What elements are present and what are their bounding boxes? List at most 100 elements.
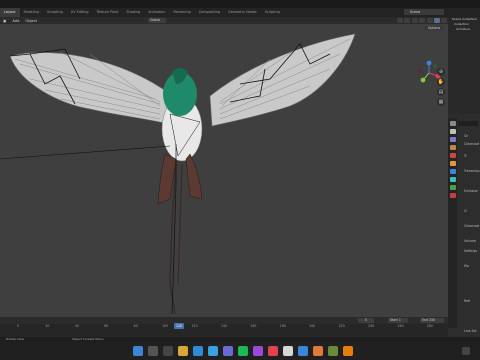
ruler-tick-label: 240: [368, 324, 375, 328]
scene-tab-icon[interactable]: [449, 145, 456, 150]
system-tray-icon[interactable]: [462, 347, 470, 355]
zoom-icon[interactable]: ⊕: [437, 68, 445, 76]
start-value: 1: [398, 318, 401, 322]
property-row[interactable]: Transmission: [464, 169, 480, 173]
workspace-tab-rendering[interactable]: Rendering: [169, 8, 194, 17]
material-shading-icon[interactable]: [433, 18, 440, 23]
start-label: Start: [390, 318, 398, 322]
app-icon[interactable]: [223, 346, 233, 356]
end-label: End: [422, 318, 429, 322]
playhead-frame-badge[interactable]: 120: [174, 323, 184, 329]
outliner-item[interactable]: Armature: [448, 27, 480, 32]
app-icon[interactable]: [253, 346, 263, 356]
options-dropdown[interactable]: Options: [424, 26, 444, 31]
workspace-tab-animation[interactable]: Animation: [144, 8, 169, 17]
workspace-tab-sculpting[interactable]: Sculpting: [43, 8, 67, 17]
property-row[interactable]: Line Art: [464, 329, 476, 333]
windows-taskbar: [0, 342, 480, 360]
right-wing: [209, 33, 356, 127]
scene-selector[interactable]: Scene: [404, 9, 444, 15]
transform-orientation-dropdown[interactable]: Global: [148, 18, 166, 23]
edge-browser-icon[interactable]: [193, 346, 203, 356]
overlay-toggle-icon[interactable]: [411, 18, 418, 23]
blender-icon[interactable]: [343, 346, 353, 356]
music-app-icon[interactable]: [238, 346, 248, 356]
ruler-tick-label: 180: [279, 324, 286, 328]
property-row[interactable]: Volume: [464, 239, 476, 243]
current-frame-field[interactable]: 0: [358, 318, 374, 323]
3d-viewport[interactable]: ⊕ ✋ ▤ ▦: [0, 24, 448, 317]
pan-hand-icon[interactable]: ✋: [437, 78, 445, 86]
workspace-tab-compositing[interactable]: Compositing: [195, 8, 224, 17]
left-wing: [9, 48, 171, 125]
property-row[interactable]: Emission: [464, 189, 478, 193]
app-icon[interactable]: [328, 346, 338, 356]
property-row[interactable]: Ma: [464, 264, 469, 268]
ruler-tick-label: 80: [133, 324, 138, 328]
start-frame-field[interactable]: Start 1: [388, 318, 408, 323]
ruler-tick-label: 260: [397, 324, 404, 328]
property-row[interactable]: Clearcoat: [464, 142, 479, 146]
property-row[interactable]: Refr: [464, 299, 470, 303]
workspace-tab-geometry-nodes[interactable]: Geometry Nodes: [224, 8, 261, 17]
physics-tab-icon[interactable]: [449, 185, 456, 190]
app-icon[interactable]: [268, 346, 278, 356]
workspace-tab-texture-paint[interactable]: Texture Paint: [93, 8, 123, 17]
property-row[interactable]: Ch: [464, 134, 468, 138]
output-tab-icon[interactable]: [449, 137, 456, 142]
ruler-tick-label: 120: [191, 324, 198, 328]
property-row[interactable]: Clearcoat: [464, 224, 479, 228]
rendered-shading-icon[interactable]: [441, 18, 448, 23]
visibility-icon[interactable]: [397, 18, 404, 23]
search-icon[interactable]: [148, 346, 158, 356]
render-tab-icon[interactable]: [449, 129, 456, 134]
ruler-tick-label: 20: [45, 324, 50, 328]
perspective-toggle-icon[interactable]: ▦: [437, 98, 445, 106]
solid-shading-icon[interactable]: [426, 18, 433, 23]
properties-tab-column: [448, 118, 457, 328]
window-title-bar: [0, 0, 480, 8]
world-tab-icon[interactable]: [449, 153, 456, 158]
camera-view-icon[interactable]: ▤: [437, 88, 445, 96]
xray-toggle-icon[interactable]: [419, 18, 426, 23]
timeline-ruler[interactable]: 0 20 40 60 80 100 120 140 160 180 200 220 240 260 280: [0, 324, 448, 330]
timeline-controls: 0 Start 1 End 250: [0, 317, 448, 324]
ruler-tick-label: 40: [74, 324, 79, 328]
property-row[interactable]: Settings: [464, 249, 477, 253]
ruler-tick-label: 100: [162, 324, 169, 328]
timeline-panel: 0 Start 1 End 250 0 20 40 60 80 100 120 140 160 1…: [0, 317, 448, 337]
workspace-tab-uv-editing[interactable]: UV Editing: [67, 8, 93, 17]
ruler-tick-label: 220: [338, 324, 345, 328]
property-row[interactable]: Cl: [464, 209, 467, 213]
particles-tab-icon[interactable]: [449, 177, 456, 182]
outliner-panel: Scene Collection Collection Armature: [448, 17, 480, 114]
object-tab-icon[interactable]: [449, 161, 456, 166]
task-view-icon[interactable]: [163, 346, 173, 356]
material-tab-icon[interactable]: [449, 193, 456, 198]
bird-model: [0, 33, 356, 315]
file-explorer-icon[interactable]: [178, 346, 188, 356]
ruler-tick-label: 60: [104, 324, 109, 328]
ruler-tick-label: 0: [16, 324, 20, 328]
ruler-tick-label: 280: [426, 324, 434, 328]
gizmo-toggle-icon[interactable]: [404, 18, 411, 23]
object-menu[interactable]: Object: [22, 19, 40, 23]
add-menu[interactable]: Add: [9, 19, 22, 23]
ruler-tick-label: 140: [220, 324, 228, 328]
app-icon[interactable]: [298, 346, 308, 356]
ruler-tick-label: 160: [250, 324, 257, 328]
app-icon[interactable]: [313, 346, 323, 356]
workspace-tab-scripting[interactable]: Scripting: [261, 8, 284, 17]
properties-search-input[interactable]: [458, 121, 478, 126]
workspace-tab-shading[interactable]: Shading: [122, 8, 144, 17]
start-menu-icon[interactable]: [133, 346, 143, 356]
workspace-tab-modeling[interactable]: Modeling: [20, 8, 43, 17]
store-icon[interactable]: [208, 346, 218, 356]
tool-tab-icon[interactable]: [449, 121, 456, 126]
modifier-tab-icon[interactable]: [449, 169, 456, 174]
end-frame-field[interactable]: End 250: [420, 318, 444, 323]
property-row[interactable]: Tr: [464, 154, 467, 158]
workspace-tab-layout[interactable]: Layout: [0, 8, 20, 17]
app-icon[interactable]: [283, 346, 293, 356]
view-mode-icon[interactable]: ▣: [0, 19, 9, 23]
